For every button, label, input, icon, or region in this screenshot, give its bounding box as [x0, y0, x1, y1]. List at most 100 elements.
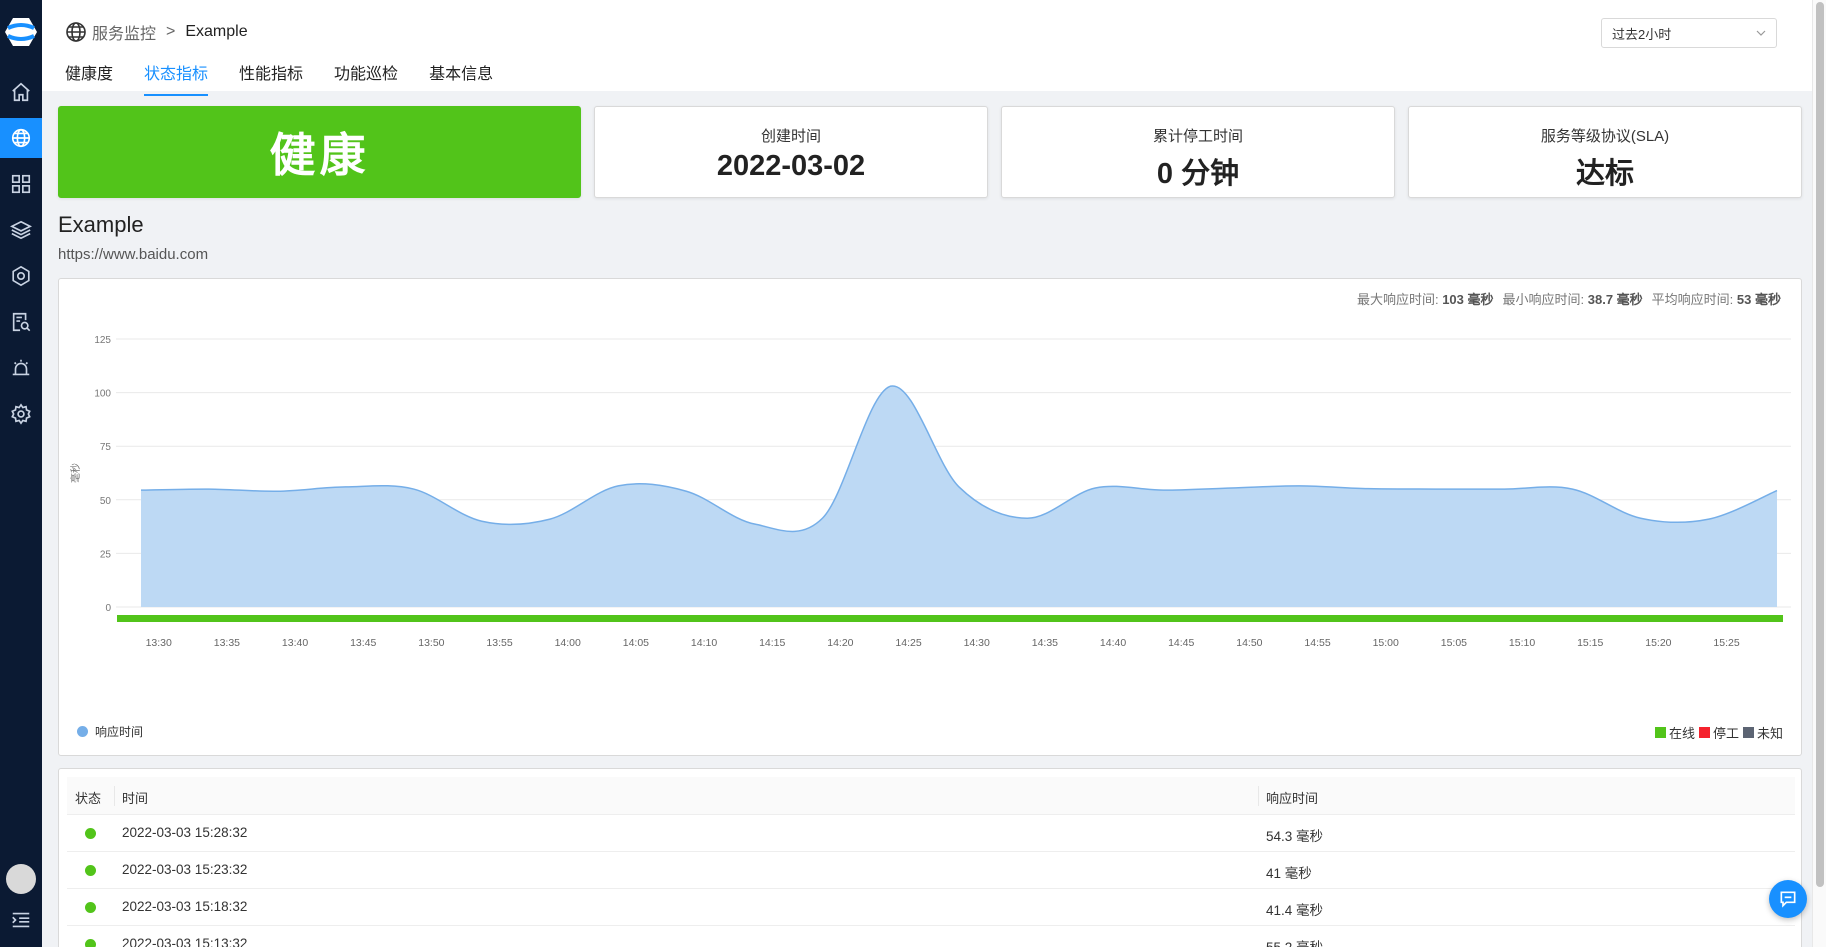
user-avatar[interactable]	[6, 864, 36, 894]
scrollbar-thumb[interactable]	[1816, 2, 1824, 887]
dashboard-grid-icon[interactable]	[0, 164, 42, 204]
x-tick-label: 15:25	[1713, 637, 1739, 649]
y-axis-title: 毫秒	[69, 463, 82, 483]
legend-down-swatch	[1698, 727, 1710, 738]
time-range-select[interactable]: 过去2小时	[1601, 18, 1777, 48]
y-tick-label: 100	[94, 389, 111, 400]
sla-card: 服务等级协议(SLA) 达标	[1408, 106, 1802, 198]
row-response: 41 毫秒	[1266, 866, 1312, 881]
service-title: Example	[58, 212, 144, 237]
response-time-chart-panel: 最大响应时间: 103 毫秒 最小响应时间: 38.7 毫秒 平均响应时间: 5…	[58, 278, 1802, 756]
response-time-area	[141, 385, 1777, 607]
sla-label: 服务等级协议(SLA)	[1540, 128, 1670, 145]
x-tick-label: 14:00	[555, 637, 581, 649]
status-online-dot	[85, 828, 96, 839]
x-tick-label: 15:15	[1577, 637, 1603, 649]
x-tick-label: 14:30	[964, 637, 990, 649]
x-tick-label: 13:55	[486, 637, 512, 649]
legend-series-dot	[77, 726, 88, 737]
x-tick-label: 14:20	[827, 637, 853, 649]
status-online-dot	[85, 902, 96, 913]
table-header: 状态 时间 响应时间	[67, 777, 1795, 815]
tab-status-metrics[interactable]: 状态指标	[144, 60, 209, 96]
status-legend: 在线 停工 未知	[1651, 723, 1783, 742]
table-row[interactable]: 2022-03-03 15:18:32 41.4 毫秒	[67, 889, 1795, 926]
x-tick-label: 14:05	[623, 637, 649, 649]
table-row[interactable]: 2022-03-03 15:13:32 55.2 毫秒	[67, 926, 1795, 947]
home-icon[interactable]	[0, 72, 42, 112]
created-time-card: 创建时间 2022-03-02	[594, 106, 988, 198]
tab-function-inspection[interactable]: 功能巡检	[334, 60, 398, 96]
legend-unknown-swatch	[1742, 727, 1754, 738]
settings-gear-icon[interactable]	[0, 394, 42, 434]
x-tick-label: 15:05	[1441, 637, 1467, 649]
table-row[interactable]: 2022-03-03 15:28:32 54.3 毫秒	[67, 815, 1795, 852]
th-divider	[114, 786, 115, 806]
chevron-down-icon	[1756, 30, 1766, 36]
app-logo-icon[interactable]	[0, 12, 42, 52]
x-tick-label: 13:35	[214, 637, 240, 649]
y-tick-label: 0	[105, 603, 111, 614]
th-divider	[1258, 786, 1259, 806]
health-status-card: 健康	[58, 106, 581, 198]
legend-series-label: 响应时间	[95, 725, 144, 739]
cluster-icon[interactable]	[0, 256, 42, 296]
x-tick-label: 14:15	[759, 637, 785, 649]
status-online-dot	[85, 939, 96, 947]
tab-basic-info[interactable]: 基本信息	[429, 60, 493, 96]
x-tick-label: 14:55	[1304, 637, 1330, 649]
x-tick-label: 15:10	[1509, 637, 1535, 649]
downtime-card: 累计停工时间 0 分钟	[1001, 106, 1395, 198]
x-tick-label: 15:20	[1645, 637, 1671, 649]
th-response: 响应时间	[1266, 791, 1319, 806]
th-status: 状态	[75, 791, 102, 806]
x-tick-label: 14:50	[1236, 637, 1262, 649]
legend-online-label: 在线	[1668, 726, 1695, 741]
health-status-text: 健康	[269, 129, 370, 181]
log-search-icon[interactable]	[0, 302, 42, 342]
legend-online-swatch	[1654, 727, 1666, 738]
created-time-label: 创建时间	[760, 128, 821, 145]
created-time-value: 2022-03-02	[716, 150, 866, 182]
tab-performance-metrics[interactable]: 性能指标	[239, 60, 303, 96]
response-time-chart[interactable]: 0 25 50 75 100 125 毫秒 13:30 13:35 13:40 13:45 13:50…	[59, 279, 1803, 757]
y-tick-label: 50	[100, 496, 112, 507]
tab-bar: 健康度 状态指标 性能指标 功能巡检 基本信息	[65, 60, 524, 96]
x-tick-label: 13:30	[146, 637, 172, 649]
service-url: https://www.baidu.com	[58, 246, 209, 263]
chart-legend-series[interactable]: 响应时间	[77, 723, 143, 740]
y-tick-label: 75	[100, 442, 112, 453]
tab-health[interactable]: 健康度	[65, 60, 113, 96]
row-time: 2022-03-03 15:23:32	[122, 862, 248, 877]
breadcrumb-current: Example	[185, 23, 248, 40]
x-tick-label: 14:10	[691, 637, 717, 649]
x-tick-label: 13:40	[282, 637, 308, 649]
sidebar	[0, 0, 42, 947]
x-tick-label: 13:50	[418, 637, 444, 649]
y-tick-label: 25	[100, 549, 112, 560]
x-tick-label: 14:25	[895, 637, 921, 649]
layers-icon[interactable]	[0, 210, 42, 250]
x-tick-label: 13:45	[350, 637, 376, 649]
breadcrumb-separator: >	[166, 23, 176, 40]
alarm-icon[interactable]	[0, 348, 42, 388]
row-response: 55.2 毫秒	[1266, 936, 1323, 947]
x-tick-label: 14:45	[1168, 637, 1194, 649]
row-response: 41.4 毫秒	[1266, 903, 1324, 918]
table-row[interactable]: 2022-03-03 15:23:32 41 毫秒	[67, 852, 1795, 889]
downtime-label: 累计停工时间	[1152, 128, 1243, 145]
breadcrumb-parent-link[interactable]: 服务监控	[92, 20, 156, 44]
status-history-table: 状态 时间 响应时间 2022-03-03 15:28:32 54.3 毫秒 2…	[58, 768, 1802, 947]
globe-icon	[66, 22, 86, 42]
globe-nav-icon[interactable]	[0, 118, 42, 158]
y-tick-label: 125	[94, 335, 111, 346]
page-scrollbar[interactable]	[1812, 0, 1826, 947]
breadcrumb: 服务监控 > Example	[64, 20, 248, 44]
collapse-menu-icon[interactable]	[0, 900, 42, 940]
chat-support-button[interactable]	[1769, 880, 1807, 918]
page-header: 服务监控 > Example 过去2小时 健康度 状态指标 性能指标 功能巡检 …	[42, 0, 1812, 96]
sla-value: 达标	[1575, 158, 1634, 190]
row-response: 54.3 毫秒	[1266, 829, 1324, 844]
x-tick-label: 14:40	[1100, 637, 1126, 649]
x-tick-label: 15:00	[1373, 637, 1399, 649]
